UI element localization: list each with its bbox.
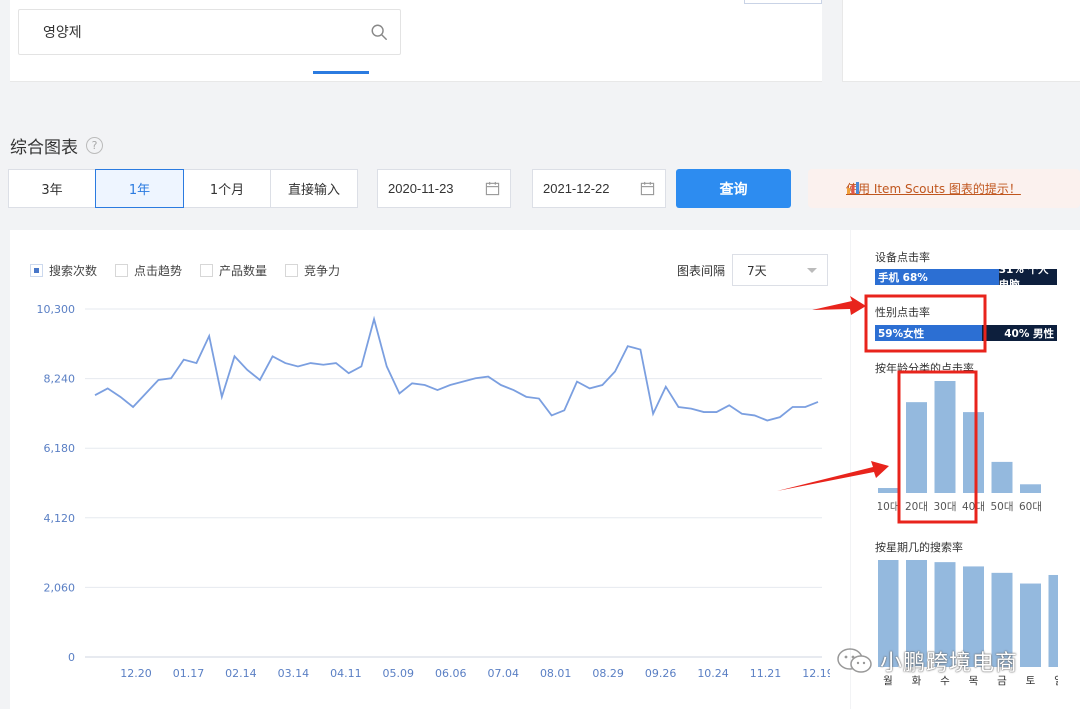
x-tick-label: 08.29 — [592, 667, 624, 680]
x-tick-label: 07.04 — [487, 667, 519, 680]
y-tick-label: 4,120 — [44, 512, 76, 525]
x-tick-label: 12.19 — [802, 667, 830, 680]
search-box[interactable] — [18, 9, 401, 55]
device-click-title: 设备点击率 — [875, 251, 930, 264]
legend-label: 产品数量 — [219, 264, 268, 278]
x-tick-label: 10.24 — [697, 667, 729, 680]
checkbox-icon[interactable] — [285, 264, 299, 277]
interval-value: 7天 — [747, 263, 767, 278]
search-icon[interactable] — [370, 23, 388, 41]
search-input[interactable] — [43, 24, 370, 40]
interval-label: 图表间隔 — [677, 264, 726, 278]
checkbox-icon[interactable] — [30, 264, 43, 277]
date-to-field[interactable]: 2021-12-22 — [532, 169, 666, 208]
date-from-value: 2020-11-23 — [388, 181, 454, 196]
age-label: 50대 — [990, 501, 1013, 513]
section-header: 综合图表 ? — [10, 133, 103, 158]
watermark: 小鹏跨境电商 — [836, 645, 1018, 677]
y-tick-label: 2,060 — [44, 581, 76, 594]
gender-click-title: 性别点击率 — [875, 306, 930, 319]
x-tick-label: 01.17 — [173, 667, 205, 680]
search-count-line — [94, 315, 819, 422]
watermark-text: 小鹏跨境电商 — [880, 651, 1019, 676]
age-label: 10대 — [878, 501, 900, 513]
age-label: 40대 — [962, 501, 985, 513]
age-bar — [906, 402, 927, 493]
checkbox-icon[interactable] — [200, 264, 214, 277]
checkbox-icon[interactable] — [115, 264, 129, 277]
y-tick-label: 8,240 — [44, 373, 76, 386]
gender-click-bar: 59%女性 40% 男性 — [875, 325, 1057, 341]
legend-competition[interactable]: 竞争力 — [285, 262, 340, 279]
legend-label: 点击趋势 — [134, 264, 183, 278]
weekday-bar — [1020, 583, 1041, 667]
legend-click-trend[interactable]: 点击趋势 — [115, 262, 182, 279]
top-right-panel — [842, 0, 1080, 82]
interval-select[interactable]: 7天 — [732, 254, 828, 286]
top-button-edge[interactable] — [744, 0, 822, 4]
weekday-label: 일 — [1054, 674, 1058, 687]
chart-legend: 搜索次数 点击趋势 产品数量 竞争力 — [30, 262, 340, 279]
device-pc-segment: 31% 个人电脑 — [998, 264, 1057, 291]
gender-male-segment: 40% 男性 — [982, 325, 1057, 341]
gender-female-segment: 59%女性 — [875, 325, 983, 341]
age-bar — [878, 488, 899, 493]
age-click-chart: 10대 20대 30대 40대 50대 60대 — [878, 381, 1042, 513]
x-tick-label: 08.01 — [540, 667, 572, 680]
period-1y-button[interactable]: 1年 — [95, 169, 184, 208]
period-3y-button[interactable]: 3年 — [8, 169, 96, 208]
search-panel — [10, 0, 822, 82]
date-from-field[interactable]: 2020-11-23 — [377, 169, 511, 208]
period-custom-button[interactable]: 直接输入 — [270, 169, 358, 208]
weekday-bar — [1048, 574, 1058, 667]
age-bar — [1020, 484, 1041, 493]
help-icon[interactable]: ? — [86, 137, 103, 154]
wechat-icon — [837, 648, 872, 673]
legend-label: 竞争力 — [304, 264, 341, 278]
age-label: 20대 — [905, 501, 928, 513]
x-tick-label: 06.06 — [435, 667, 467, 680]
query-button[interactable]: 查询 — [676, 169, 791, 208]
x-tick-label: 11.21 — [750, 667, 782, 680]
weekday-label: 토 — [1026, 675, 1036, 687]
search-trend-chart: 10,300 8,240 6,180 4,120 2,060 0 12.20 01.17 02.… — [37, 303, 831, 680]
chevron-down-icon — [807, 267, 817, 273]
calendar-icon[interactable] — [640, 181, 655, 196]
legend-product-count[interactable]: 产品数量 — [200, 262, 267, 279]
weekday-search-chart: 월화수목금토일 — [878, 560, 1058, 687]
calendar-icon[interactable] — [485, 181, 500, 196]
age-label: 30대 — [933, 501, 956, 513]
age-label: 60대 — [1019, 501, 1042, 513]
age-bar — [991, 461, 1013, 493]
date-to-value: 2021-12-22 — [543, 181, 610, 196]
x-tick-label: 09.26 — [645, 667, 677, 680]
device-mobile-segment: 手机 68% — [875, 269, 999, 285]
period-selector: 3年 1年 1个月 直接输入 — [8, 169, 358, 208]
y-tick-label: 6,180 — [44, 442, 76, 455]
weekday-search-title: 按星期几的搜索率 — [875, 541, 963, 554]
x-tick-label: 05.09 — [383, 667, 415, 680]
x-tick-label: 03.14 — [278, 667, 310, 680]
chart-tip-text[interactable]: 使用 Item Scouts 图表的提示！ — [846, 180, 1021, 197]
bar-chart-icon — [847, 182, 859, 194]
legend-label: 搜索次数 — [49, 264, 98, 278]
device-click-bar: 手机 68% 31% 个人电脑 — [875, 264, 1057, 291]
active-tab-indicator — [313, 71, 369, 74]
age-bar — [963, 412, 984, 493]
x-tick-label: 04.11 — [330, 667, 362, 680]
x-tick-label: 02.14 — [225, 667, 257, 680]
period-1m-button[interactable]: 1个月 — [183, 169, 271, 208]
age-bar — [934, 381, 956, 493]
x-tick-label: 12.20 — [120, 667, 152, 680]
legend-search-count[interactable]: 搜索次数 — [30, 262, 97, 279]
y-tick-label: 10,300 — [37, 303, 76, 316]
section-title: 综合图表 — [10, 138, 78, 158]
y-tick-label: 0 — [68, 651, 75, 664]
